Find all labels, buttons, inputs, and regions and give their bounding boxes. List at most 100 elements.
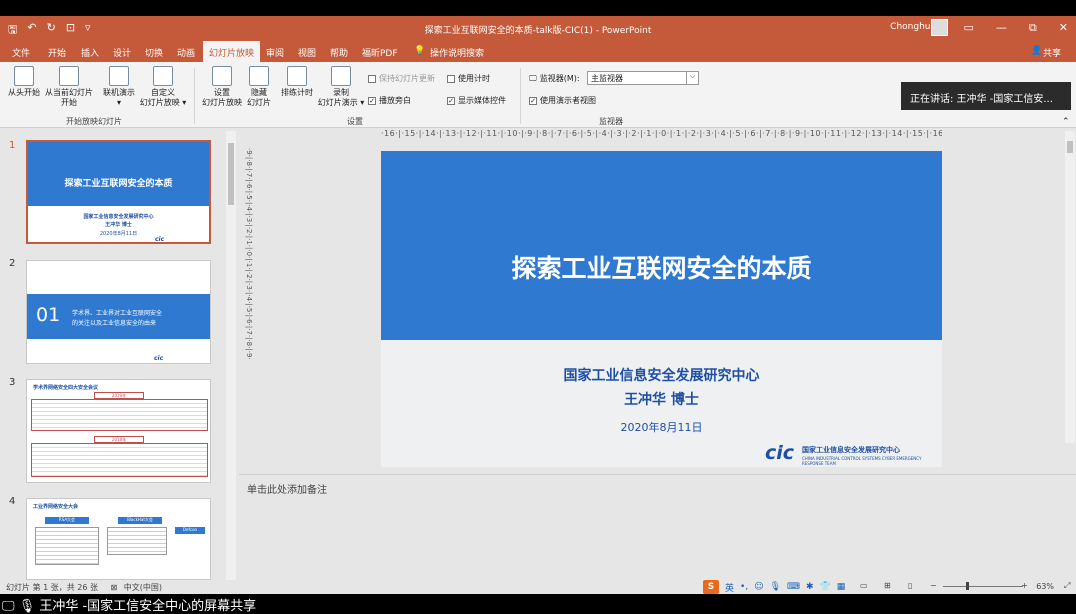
slide-thumbnail-1[interactable]: 探索工业互联网安全的本质 国家工业信息安全发展研究中心 王冲华 博士 2020年…	[26, 140, 211, 244]
scroll-thumb[interactable]	[228, 143, 234, 205]
slide-canvas[interactable]: 探索工业互联网安全的本质 国家工业信息安全发展研究中心 王冲华 博士 2020年…	[381, 151, 942, 467]
thumb-title: 探索工业互联网安全的本质	[64, 179, 173, 189]
collapse-ribbon-icon[interactable]: ⌃	[1062, 117, 1070, 127]
thumb-chapter-text-2: 的关注以及工业信息安全的由来	[72, 320, 157, 327]
presenter-view-checkbox[interactable]: ✓ 使用演示者视图	[529, 95, 596, 106]
hide-label-1: 隐藏	[251, 88, 267, 97]
tab-insert[interactable]: 插入	[81, 46, 99, 59]
emoji-icon[interactable]: ☺	[754, 582, 763, 592]
ribbon-display-options-icon[interactable]: ▭	[964, 21, 974, 35]
share-button[interactable]: 共享	[1043, 46, 1061, 59]
close-icon[interactable]: ✕	[1059, 21, 1068, 35]
ime-mode[interactable]: 英	[725, 581, 734, 594]
zoom-slider[interactable]	[943, 586, 1023, 587]
setup-label-2: 幻灯片放映	[202, 98, 242, 107]
tab-review[interactable]: 审阅	[266, 46, 284, 59]
tab-home[interactable]: 开始	[48, 46, 66, 59]
slide-number: 1	[9, 140, 16, 151]
notes-pane[interactable]: 单击此处添加备注	[239, 474, 1076, 580]
from-current-slide-button[interactable]: 从当前幻灯片 开始	[42, 66, 96, 108]
hide-slide-button[interactable]: 隐藏 幻灯片	[244, 66, 274, 108]
checkmark-icon: ✓	[529, 96, 537, 105]
slide-sorter-icon[interactable]: ⊞	[884, 581, 891, 590]
tab-file[interactable]: 文件	[12, 46, 30, 59]
zoom-slider-knob[interactable]	[966, 582, 969, 590]
minimize-icon[interactable]: —	[996, 21, 1007, 35]
tell-me-search[interactable]: 操作说明搜索	[430, 46, 484, 59]
zoom-out-icon[interactable]: −	[930, 581, 937, 590]
lightbulb-icon: 💡	[414, 46, 426, 56]
user-name[interactable]: Chonghua	[890, 22, 936, 32]
reading-view-icon[interactable]: ▯	[908, 581, 912, 590]
slide-thumbnail-4[interactable]: 工业界网络安全大会 RSA大会 BlackHat大会 Defcon	[26, 498, 211, 580]
tab-design[interactable]: 设计	[113, 46, 131, 59]
record-label-1: 录制	[333, 88, 349, 97]
thumb-banner	[28, 142, 209, 206]
language-indicator[interactable]: 中文(中国)	[124, 583, 162, 592]
thumb-table	[31, 443, 208, 477]
thumb-box	[35, 527, 99, 565]
slide-date[interactable]: 2020年8月11日	[381, 419, 942, 435]
setup-slideshow-button[interactable]: 设置 幻灯片放映	[199, 66, 245, 108]
monitor-icon: 🖵	[529, 73, 537, 83]
slide-number: 2	[9, 258, 16, 269]
top-black-bar	[0, 0, 1076, 16]
thumb-label: BlackHat大会	[118, 517, 162, 524]
thumbnail-scrollbar[interactable]	[226, 131, 236, 580]
sogou-logo-icon[interactable]: S	[703, 580, 719, 594]
setup-label-1: 设置	[214, 88, 230, 97]
spellcheck-icon[interactable]: ⊠	[111, 583, 118, 592]
record-slideshow-button[interactable]: 录制 幻灯片演示 ▾	[316, 66, 366, 108]
grid-icon[interactable]: ▦	[837, 582, 846, 592]
checkmark-icon: ✓	[368, 96, 376, 105]
slide-thumbnail-3[interactable]: 学术界网络安全四大安全会议 2019年 2018年	[26, 379, 211, 483]
keep-slides-updated-checkbox[interactable]: 保持幻灯片更新	[368, 73, 435, 84]
slide-title[interactable]: 探索工业互联网安全的本质	[381, 249, 942, 285]
slide-thumbnail-2[interactable]: 01 学术界、工业界对工业互联网安全 的关注以及工业信息安全的由来 cic	[26, 260, 211, 364]
slide-organization[interactable]: 国家工业信息安全发展研究中心	[381, 365, 942, 385]
show-media-controls-label: 显示媒体控件	[458, 96, 506, 105]
thumb-chapter-text-1: 学术界、工业界对工业互联网安全	[72, 310, 163, 317]
keyboard-icon[interactable]: ⌨	[787, 582, 800, 592]
screen-share-text: 王冲华 -国家工信安全中心的屏幕共享	[39, 599, 257, 614]
fit-slide-icon[interactable]: ⤢	[1064, 581, 1070, 591]
slide-number: 3	[9, 377, 16, 388]
record-icon	[331, 66, 351, 86]
present-online-button[interactable]: 联机演示 ▾	[100, 66, 138, 108]
punctuation-icon[interactable]: •,	[740, 582, 748, 592]
avatar[interactable]	[931, 19, 948, 36]
tab-help[interactable]: 帮助	[330, 46, 348, 59]
play-narrations-label: 播放旁白	[379, 96, 411, 105]
play-narrations-checkbox[interactable]: ✓ 播放旁白	[368, 95, 411, 106]
thumb-logo: cic	[154, 355, 164, 362]
zoom-level[interactable]: 63%	[1036, 582, 1054, 591]
microphone-icon[interactable]: 🎙	[770, 582, 781, 592]
show-media-controls-checkbox[interactable]: ✓ 显示媒体控件	[447, 95, 506, 106]
normal-view-icon[interactable]: ▭	[860, 581, 868, 590]
tab-foxit-pdf[interactable]: 福昕PDF	[362, 46, 398, 59]
shirt-icon[interactable]: 👕	[820, 582, 831, 592]
tab-slideshow[interactable]: 幻灯片放映	[203, 41, 261, 62]
skin-icon[interactable]: ✱	[806, 582, 814, 592]
ime-toolbar: S 英 •, ☺ 🎙 ⌨ ✱ 👕 ▦	[703, 579, 845, 595]
ribbon-tabs: 文件 开始 插入 设计 切换 动画 幻灯片放映 审阅 视图 帮助 福昕PDF 💡…	[0, 41, 1076, 62]
restore-icon[interactable]: ⧉	[1029, 21, 1037, 35]
present-online-label: 联机演示	[103, 88, 135, 97]
slide-scrollbar[interactable]	[1065, 131, 1075, 443]
custom-slideshow-button[interactable]: 自定义 幻灯片放映 ▾	[138, 66, 188, 108]
slide-author[interactable]: 王冲华 博士	[381, 389, 942, 409]
from-beginning-button[interactable]: 从头开始	[4, 66, 44, 98]
tab-view[interactable]: 视图	[298, 46, 316, 59]
rehearse-timings-button[interactable]: 排练计时	[278, 66, 316, 98]
zoom-in-icon[interactable]: +	[1021, 581, 1028, 590]
tab-transitions[interactable]: 切换	[145, 46, 163, 59]
record-label-2: 幻灯片演示 ▾	[317, 98, 365, 107]
work-area: 1 探索工业互联网安全的本质 国家工业信息安全发展研究中心 王冲华 博士 202…	[0, 128, 1076, 580]
setup-slideshow-icon	[212, 66, 232, 86]
logo-text: 国家工业信息安全发展研究中心	[802, 446, 900, 454]
tab-animations[interactable]: 动画	[177, 46, 195, 59]
thumb-box	[107, 527, 167, 555]
monitor-select[interactable]: 主监视器 ⌵	[587, 71, 699, 85]
scroll-thumb[interactable]	[1067, 141, 1073, 153]
use-timings-checkbox[interactable]: 使用计时	[447, 73, 490, 84]
